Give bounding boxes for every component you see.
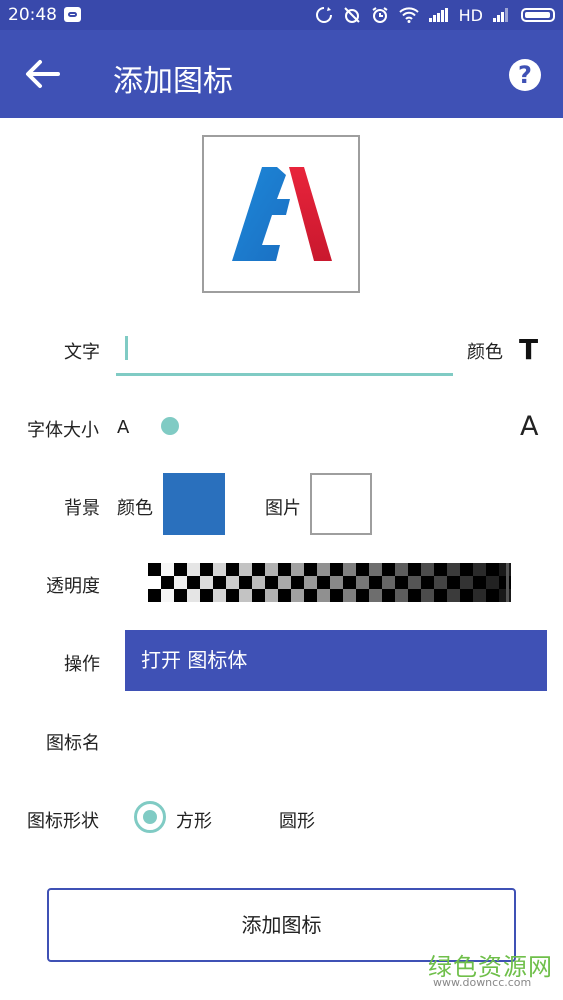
font-size-large-icon: A xyxy=(520,411,539,442)
status-bar: 20:48 HD xyxy=(0,0,563,30)
background-image-swatch[interactable] xyxy=(310,473,372,535)
watermark-url: www.downcc.com xyxy=(433,976,532,989)
network-type: HD xyxy=(458,5,483,25)
back-arrow-icon[interactable] xyxy=(24,58,60,90)
background-image-label: 图片 xyxy=(265,498,301,519)
icon-preview xyxy=(202,135,360,293)
sync-icon xyxy=(315,7,332,23)
signal-2-icon xyxy=(493,8,508,22)
text-color-label: 颜色 xyxy=(467,342,503,363)
background-color-swatch[interactable] xyxy=(163,473,225,535)
radio-selected-dot xyxy=(143,810,157,824)
alarm-off-icon xyxy=(343,7,360,23)
page-title: 添加图标 xyxy=(113,64,233,99)
opacity-slider[interactable] xyxy=(148,563,511,602)
action-label: 操作 xyxy=(64,654,100,675)
background-label: 背景 xyxy=(64,498,100,519)
font-size-small-icon: A xyxy=(117,417,130,438)
shape-square-label[interactable]: 方形 xyxy=(176,807,212,833)
open-icon-pack-button[interactable]: 打开 图标体 xyxy=(125,630,547,691)
icon-name-label: 图标名 xyxy=(46,733,100,754)
alarm-clock-icon xyxy=(372,7,388,23)
shape-circle-label[interactable]: 圆形 xyxy=(279,807,315,833)
background-color-label: 颜色 xyxy=(117,498,153,519)
app-bar: 添加图标 ? xyxy=(0,30,563,118)
battery-icon xyxy=(521,8,555,22)
cloud-app-icon xyxy=(64,7,81,22)
signal-icon xyxy=(428,8,448,22)
status-icons: HD xyxy=(315,4,555,26)
wifi-icon xyxy=(398,7,419,23)
icon-shape-label: 图标形状 xyxy=(27,811,99,832)
help-icon[interactable]: ? xyxy=(509,59,541,91)
text-color-button[interactable]: T xyxy=(519,333,538,366)
font-size-slider[interactable] xyxy=(161,417,179,435)
text-cursor xyxy=(125,336,128,360)
opacity-label: 透明度 xyxy=(46,576,100,597)
text-input[interactable] xyxy=(116,332,453,376)
text-label: 文字 xyxy=(64,342,100,363)
preview-logo xyxy=(232,167,332,261)
status-time: 20:48 xyxy=(8,5,57,25)
shape-square-radio[interactable] xyxy=(134,801,166,833)
font-size-label: 字体大小 xyxy=(27,420,99,441)
